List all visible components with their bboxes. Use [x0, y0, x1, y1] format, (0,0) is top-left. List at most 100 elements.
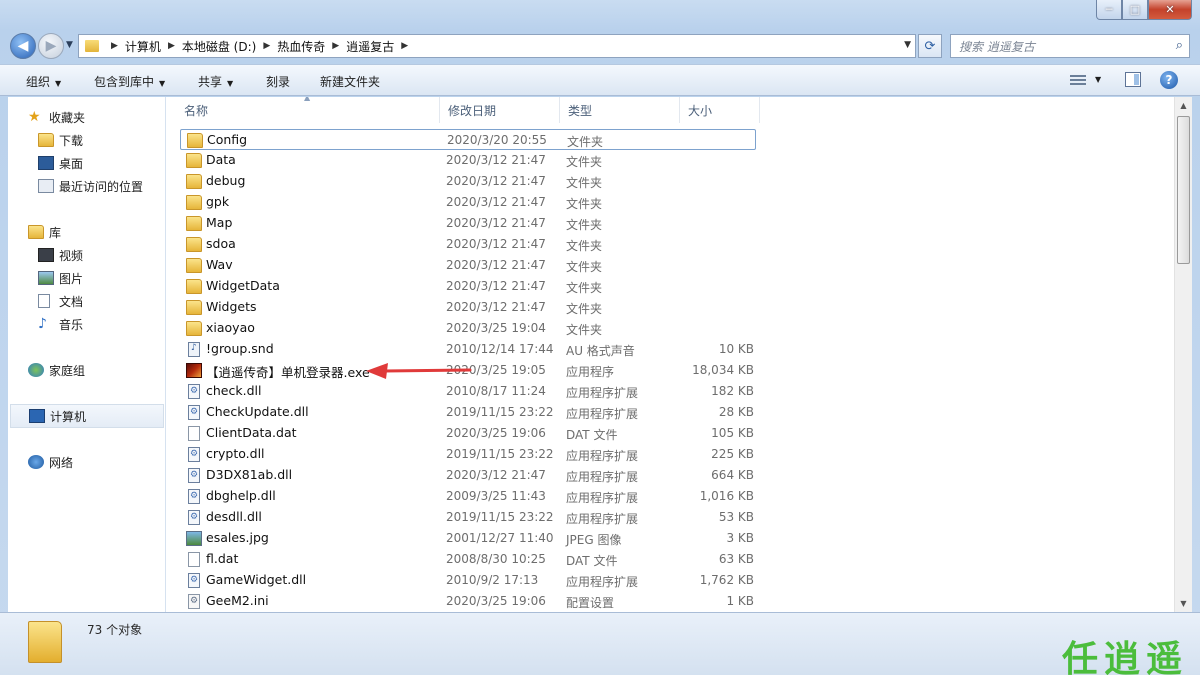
chevron-right-icon[interactable]: ▶	[401, 41, 408, 51]
sidebar-item-videos[interactable]: 视频	[38, 245, 83, 265]
column-header-size[interactable]: 大小	[680, 97, 760, 123]
file-row[interactable]: GeeM2.ini 2020/3/25 19:06 配置设置 1 KB	[180, 591, 756, 612]
dll-icon	[188, 447, 200, 462]
sidebar-item-pictures[interactable]: 图片	[38, 268, 83, 288]
file-row[interactable]: WidgetData 2020/3/12 21:47 文件夹	[180, 276, 756, 297]
maximize-button[interactable]: □	[1122, 0, 1148, 20]
file-row[interactable]: CheckUpdate.dll 2019/11/15 23:22 应用程序扩展 28 …	[180, 402, 756, 423]
sidebar-item-favorites[interactable]: ★ 收藏夹	[28, 107, 85, 127]
chevron-right-icon[interactable]: ▶	[332, 41, 339, 51]
file-name: Map	[206, 215, 233, 230]
sidebar-item-downloads[interactable]: 下载	[38, 130, 83, 150]
search-icon[interactable]: ⌕	[1176, 38, 1183, 53]
view-options-icon[interactable]	[1070, 73, 1086, 87]
help-icon[interactable]: ?	[1160, 71, 1178, 89]
search-input[interactable]: 搜索 逍遥复古 ⌕	[950, 34, 1190, 58]
sidebar-item-homegroup[interactable]: 家庭组	[28, 360, 85, 380]
folder-icon	[186, 279, 202, 294]
forward-button[interactable]: ▶	[38, 33, 64, 59]
file-name: gpk	[206, 194, 230, 209]
address-bar[interactable]: ▶ 计算机 ▶ 本地磁盘 (D:) ▶ 热血传奇 ▶ 逍遥复古 ▶ ▼	[78, 34, 916, 58]
folder-icon	[28, 621, 62, 663]
new-folder-button[interactable]: 新建文件夹	[320, 73, 380, 90]
chevron-right-icon[interactable]: ▶	[168, 41, 175, 51]
recent-places-icon	[38, 179, 54, 193]
breadcrumb-computer[interactable]: 计算机	[125, 38, 161, 55]
column-header-type[interactable]: 类型	[560, 97, 680, 123]
file-row[interactable]: Wav 2020/3/12 21:47 文件夹	[180, 255, 756, 276]
minimize-button[interactable]: ─	[1096, 0, 1122, 20]
file-row[interactable]: desdll.dll 2019/11/15 23:22 应用程序扩展 53 KB	[180, 507, 756, 528]
column-header-name[interactable]: 名称	[176, 97, 440, 123]
file-row[interactable]: debug 2020/3/12 21:47 文件夹	[180, 171, 756, 192]
command-bar: 组织 ▼ 包含到库中 ▼ 共享 ▼ 刻录 新建文件夹 ▼ ?	[0, 64, 1200, 96]
file-row[interactable]: Config 2020/3/20 20:55 文件夹	[180, 129, 756, 150]
file-size: 664 KB	[711, 468, 754, 482]
sidebar-item-music[interactable]: ♪ 音乐	[38, 314, 83, 334]
file-row[interactable]: GameWidget.dll 2010/9/2 17:13 应用程序扩展 1,762 …	[180, 570, 756, 591]
sidebar-label: 桌面	[59, 156, 84, 171]
view-dropdown-icon[interactable]: ▼	[1095, 75, 1101, 84]
sidebar-item-desktop[interactable]: 桌面	[38, 153, 83, 173]
file-row[interactable]: fl.dat 2008/8/30 10:25 DAT 文件 63 KB	[180, 549, 756, 570]
file-row[interactable]: xiaoyao 2020/3/25 19:04 文件夹	[180, 318, 756, 339]
breadcrumb-local-disk[interactable]: 本地磁盘 (D:)	[182, 38, 256, 55]
chevron-right-icon[interactable]: ▶	[263, 41, 270, 51]
file-row[interactable]: gpk 2020/3/12 21:47 文件夹	[180, 192, 756, 213]
file-row[interactable]: sdoa 2020/3/12 21:47 文件夹	[180, 234, 756, 255]
file-date: 2020/3/25 19:04	[446, 321, 546, 335]
file-name: dbghelp.dll	[206, 488, 276, 503]
file-name: check.dll	[206, 383, 262, 398]
file-type: 应用程序扩展	[566, 449, 639, 463]
file-type: 文件夹	[566, 323, 603, 337]
include-library-button[interactable]: 包含到库中 ▼	[94, 73, 165, 90]
file-type: 文件夹	[566, 281, 603, 295]
preview-pane-icon[interactable]	[1125, 72, 1141, 87]
sidebar-item-libraries[interactable]: 库	[28, 222, 61, 242]
file-type: JPEG 图像	[566, 533, 622, 547]
file-row[interactable]: !group.snd 2010/12/14 17:44 AU 格式声音 10 KB	[180, 339, 756, 360]
file-name: crypto.dll	[206, 446, 265, 461]
back-button[interactable]: ◀	[10, 33, 36, 59]
homegroup-icon	[28, 363, 44, 377]
sidebar-item-network[interactable]: 网络	[28, 452, 73, 472]
vertical-scrollbar[interactable]: ▲ ▼	[1174, 97, 1192, 612]
sidebar-label: 视频	[59, 248, 84, 263]
file-row[interactable]: ClientData.dat 2020/3/25 19:06 DAT 文件 105 K…	[180, 423, 756, 444]
downloads-folder-icon	[38, 133, 54, 147]
file-name: debug	[206, 173, 246, 188]
close-button[interactable]: ✕	[1148, 0, 1192, 20]
file-row[interactable]: check.dll 2010/8/17 11:24 应用程序扩展 182 KB	[180, 381, 756, 402]
file-date: 2020/3/12 21:47	[446, 195, 546, 209]
file-row[interactable]: esales.jpg 2001/12/27 11:40 JPEG 图像 3 KB	[180, 528, 756, 549]
breadcrumb-rexue[interactable]: 热血传奇	[277, 38, 325, 55]
scroll-down-icon[interactable]: ▼	[1175, 595, 1192, 612]
file-type: 应用程序扩展	[566, 470, 639, 484]
share-button[interactable]: 共享 ▼	[198, 73, 233, 90]
scrollbar-thumb[interactable]	[1177, 116, 1190, 264]
scroll-up-icon[interactable]: ▲	[1175, 97, 1192, 114]
file-row[interactable]: D3DX81ab.dll 2020/3/12 21:47 应用程序扩展 664 KB	[180, 465, 756, 486]
sidebar-label: 库	[49, 225, 62, 240]
recent-pages-dropdown[interactable]: ▼	[66, 40, 73, 50]
sidebar-item-documents[interactable]: 文档	[38, 291, 83, 311]
refresh-button[interactable]: ⟳	[918, 34, 942, 58]
file-row[interactable]: Data 2020/3/12 21:47 文件夹	[180, 150, 756, 171]
sidebar-item-recent[interactable]: 最近访问的位置	[38, 176, 143, 196]
file-type: 配置设置	[566, 596, 615, 610]
column-header-modified[interactable]: 修改日期	[440, 97, 560, 123]
file-size: 28 KB	[718, 405, 754, 419]
file-row[interactable]: Widgets 2020/3/12 21:47 文件夹	[180, 297, 756, 318]
organize-button[interactable]: 组织 ▼	[26, 73, 61, 90]
sidebar-item-computer[interactable]: 计算机	[10, 404, 164, 428]
sidebar-label: 下载	[59, 133, 84, 148]
breadcrumb-xiaoyao[interactable]: 逍遥复古	[346, 38, 394, 55]
file-row[interactable]: 【逍遥传奇】单机登录器.exe 2020/3/25 19:05 应用程序 18,034…	[180, 360, 756, 381]
file-row[interactable]: Map 2020/3/12 21:47 文件夹	[180, 213, 756, 234]
file-row[interactable]: dbghelp.dll 2009/3/25 11:43 应用程序扩展 1,016 KB	[180, 486, 756, 507]
file-row[interactable]: crypto.dll 2019/11/15 23:22 应用程序扩展 225 KB	[180, 444, 756, 465]
file-size: 18,034 KB	[692, 363, 754, 377]
burn-button[interactable]: 刻录	[266, 73, 290, 90]
address-dropdown-icon[interactable]: ▼	[904, 40, 911, 50]
chevron-right-icon[interactable]: ▶	[111, 41, 118, 51]
